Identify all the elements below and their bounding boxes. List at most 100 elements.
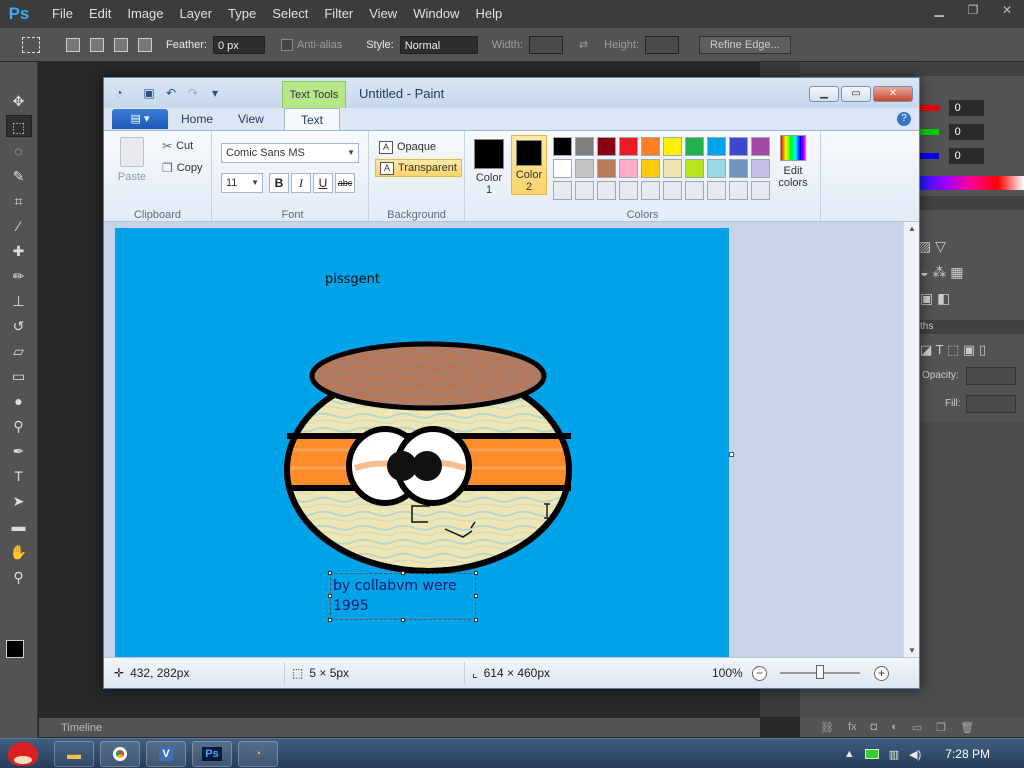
scroll-up-icon[interactable]: ▲ [908,224,916,233]
palette-swatch[interactable] [663,159,682,178]
eyedropper-tool-icon[interactable]: ⁄ [6,215,32,237]
minimize-icon[interactable]: ▁ [922,0,956,20]
palette-swatch[interactable] [597,137,616,156]
resize-handle[interactable] [474,594,478,598]
resize-handle[interactable] [474,618,478,622]
palette-swatch[interactable] [751,181,770,200]
paint-taskbar-icon[interactable]: ◔ [238,740,278,767]
palette-swatch[interactable] [575,181,594,200]
resize-handle[interactable] [328,571,332,575]
palette-swatch[interactable] [619,159,638,178]
resize-handle[interactable] [401,571,405,575]
blue-slider[interactable] [920,153,939,159]
marquee-tool-icon[interactable]: ⬚ [5,115,32,137]
path-select-tool-icon[interactable]: ➤ [6,490,32,512]
paint-canvas[interactable]: pissgent by collabvm were 1995 [115,228,729,657]
resize-handle[interactable] [401,618,405,622]
vertical-scrollbar[interactable]: ▲ ▼ [903,222,919,657]
palette-swatch[interactable] [619,181,638,200]
paint-app-icon[interactable]: ◔ [110,84,128,102]
paste-button[interactable]: Paste [112,137,152,187]
adjustment-icons[interactable]: ▣ ◧ [920,290,950,307]
copy-button[interactable]: ❐ Copy [162,161,202,175]
crop-tool-icon[interactable]: ⌗ [6,190,32,212]
explorer-taskbar-icon[interactable]: ▬ [54,740,94,767]
palette-swatch[interactable] [729,137,748,156]
trash-icon[interactable]: 🗑 [960,721,974,734]
menu-edit[interactable]: Edit [81,0,119,28]
maximize-icon[interactable]: ▭ [841,86,871,102]
volume-icon[interactable]: ◀) [909,748,921,761]
scroll-down-icon[interactable]: ▼ [908,646,916,655]
font-family-select[interactable]: Comic Sans MS ▼ [221,143,359,163]
layer-filter-icons[interactable]: ◪ T ⬚ ▣ ▯ [920,342,986,358]
move-tool-icon[interactable]: ✥ [6,90,32,112]
lasso-tool-icon[interactable]: ◌ [6,140,32,162]
opaque-option[interactable]: A Opaque [375,138,440,156]
feather-input[interactable]: 0 px [212,35,265,54]
adjustment-icons[interactable]: ◒ ⁂ ▦ [920,264,963,281]
link-icon[interactable]: ⛓ [820,721,834,734]
palette-swatch[interactable] [707,181,726,200]
red-value[interactable]: 0 [948,100,984,116]
new-selection-icon[interactable] [66,37,80,52]
menu-layer[interactable]: Layer [172,0,221,28]
palette-swatch[interactable] [619,137,638,156]
color-spectrum[interactable] [920,176,1024,190]
palette-swatch[interactable] [575,159,594,178]
zoom-in-button[interactable]: + [874,666,889,681]
palette-swatch[interactable] [729,159,748,178]
network-icon[interactable]: ▥ [889,748,899,761]
adjustment-icons[interactable]: ▨ ▽ [918,238,946,255]
cut-button[interactable]: ✂ Cut [162,139,193,153]
eraser-tool-icon[interactable]: ▱ [6,340,32,362]
menu-select[interactable]: Select [264,0,316,28]
width-input[interactable] [528,35,563,54]
clock[interactable]: 7:28 PM [945,747,990,761]
intersect-selection-icon[interactable] [138,37,152,52]
menu-file[interactable]: File [44,0,81,28]
dodge-tool-icon[interactable]: ⚲ [6,415,32,437]
palette-swatch[interactable] [597,181,616,200]
virtualbox-taskbar-icon[interactable]: V [146,740,186,767]
resize-handle[interactable] [328,618,332,622]
brush-tool-icon[interactable]: ✏ [6,265,32,287]
palette-swatch[interactable] [641,159,660,178]
foreground-color-swatch[interactable] [6,640,24,658]
palette-swatch[interactable] [663,181,682,200]
palette-swatch[interactable] [663,137,682,156]
menu-type[interactable]: Type [220,0,264,28]
marquee-tool-icon[interactable] [22,36,40,53]
tab-view[interactable]: View [238,112,264,126]
edit-colors-button[interactable]: Edit colors [773,135,813,189]
palette-swatch[interactable] [553,137,572,156]
timeline-label[interactable]: Timeline [61,722,102,734]
palette-swatch[interactable] [707,137,726,156]
opacity-input[interactable] [966,367,1016,385]
palette-swatch[interactable] [553,181,572,200]
menu-filter[interactable]: Filter [316,0,361,28]
underline-button[interactable]: U [313,173,333,193]
text-entry-content[interactable]: by collabvm were 1995 [331,574,475,616]
save-icon[interactable]: ▣ [140,84,158,102]
zoom-tool-icon[interactable]: ⚲ [6,566,32,588]
mask-icon[interactable]: ◘ [871,721,878,733]
chrome-taskbar-icon[interactable] [100,740,140,767]
fx-icon[interactable]: fx [848,721,857,733]
menu-window[interactable]: Window [405,0,467,28]
green-slider[interactable] [920,129,939,135]
paths-tab[interactable]: ths [920,321,933,332]
pen-tool-icon[interactable]: ✒ [6,440,32,462]
transparent-option[interactable]: A Transparent [375,159,462,177]
style-select[interactable]: Normal [399,35,478,54]
blur-tool-icon[interactable]: ● [6,390,32,412]
palette-swatch[interactable] [641,181,660,200]
palette-swatch[interactable] [553,159,572,178]
zoom-out-button[interactable]: − [752,666,767,681]
subtract-selection-icon[interactable] [114,37,128,52]
folder-icon[interactable]: ▭ [912,721,922,734]
healing-brush-tool-icon[interactable]: ✚ [6,240,32,262]
photoshop-taskbar-icon[interactable]: Ps [192,740,232,767]
font-size-select[interactable]: 11 ▼ [221,173,263,193]
green-value[interactable]: 0 [948,124,984,140]
